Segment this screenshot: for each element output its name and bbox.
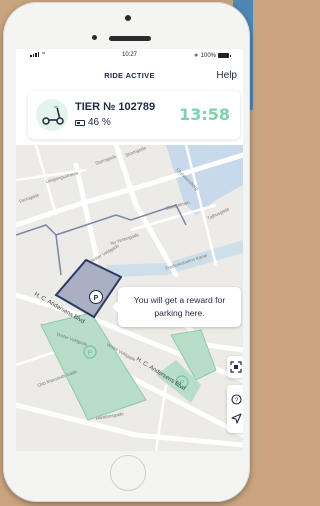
reward-tooltip-text: You will get a reward for parking here. xyxy=(133,295,226,318)
status-bar: ≈ 10:27 ∗ 100% xyxy=(16,49,243,63)
battery-icon xyxy=(75,119,85,126)
svg-text:?: ? xyxy=(234,397,238,404)
app-header: RIDE ACTIVE Help xyxy=(16,67,243,85)
vehicle-battery-percent: 46 % xyxy=(88,117,111,128)
page-title: RIDE ACTIVE xyxy=(104,71,155,80)
home-button[interactable] xyxy=(110,455,146,491)
help-circle-icon[interactable]: ? xyxy=(230,394,242,405)
vehicle-card: TIER № 102789 46 % 13:58 xyxy=(28,91,240,139)
sensor-dot xyxy=(92,35,97,40)
reward-tooltip: You will get a reward for parking here. xyxy=(112,287,241,327)
scooter-icon xyxy=(36,99,68,131)
scan-qr-button[interactable] xyxy=(227,356,243,378)
ride-timer: 13:58 xyxy=(179,105,230,124)
svg-text:P: P xyxy=(94,295,99,302)
locate-me-icon[interactable] xyxy=(230,413,242,424)
help-link[interactable]: Help xyxy=(216,70,237,81)
map-view[interactable]: P P P Ferrogade Langangsstræde Stormgade… xyxy=(16,145,243,451)
bluetooth-icon: ∗ xyxy=(193,53,199,59)
battery-status-icon xyxy=(218,53,231,58)
earpiece-speaker xyxy=(109,36,151,41)
qr-scan-icon xyxy=(230,361,242,373)
phone-frame: ≈ 10:27 ∗ 100% RIDE ACTIVE Help TIER № 1… xyxy=(3,2,250,502)
app-screen: ≈ 10:27 ∗ 100% RIDE ACTIVE Help TIER № 1… xyxy=(16,49,243,451)
map-controls: ? xyxy=(227,385,243,433)
svg-text:P: P xyxy=(88,350,93,357)
vehicle-id: TIER № 102789 xyxy=(75,101,156,113)
battery-percentage: 100% xyxy=(200,52,216,59)
front-camera xyxy=(125,15,131,21)
